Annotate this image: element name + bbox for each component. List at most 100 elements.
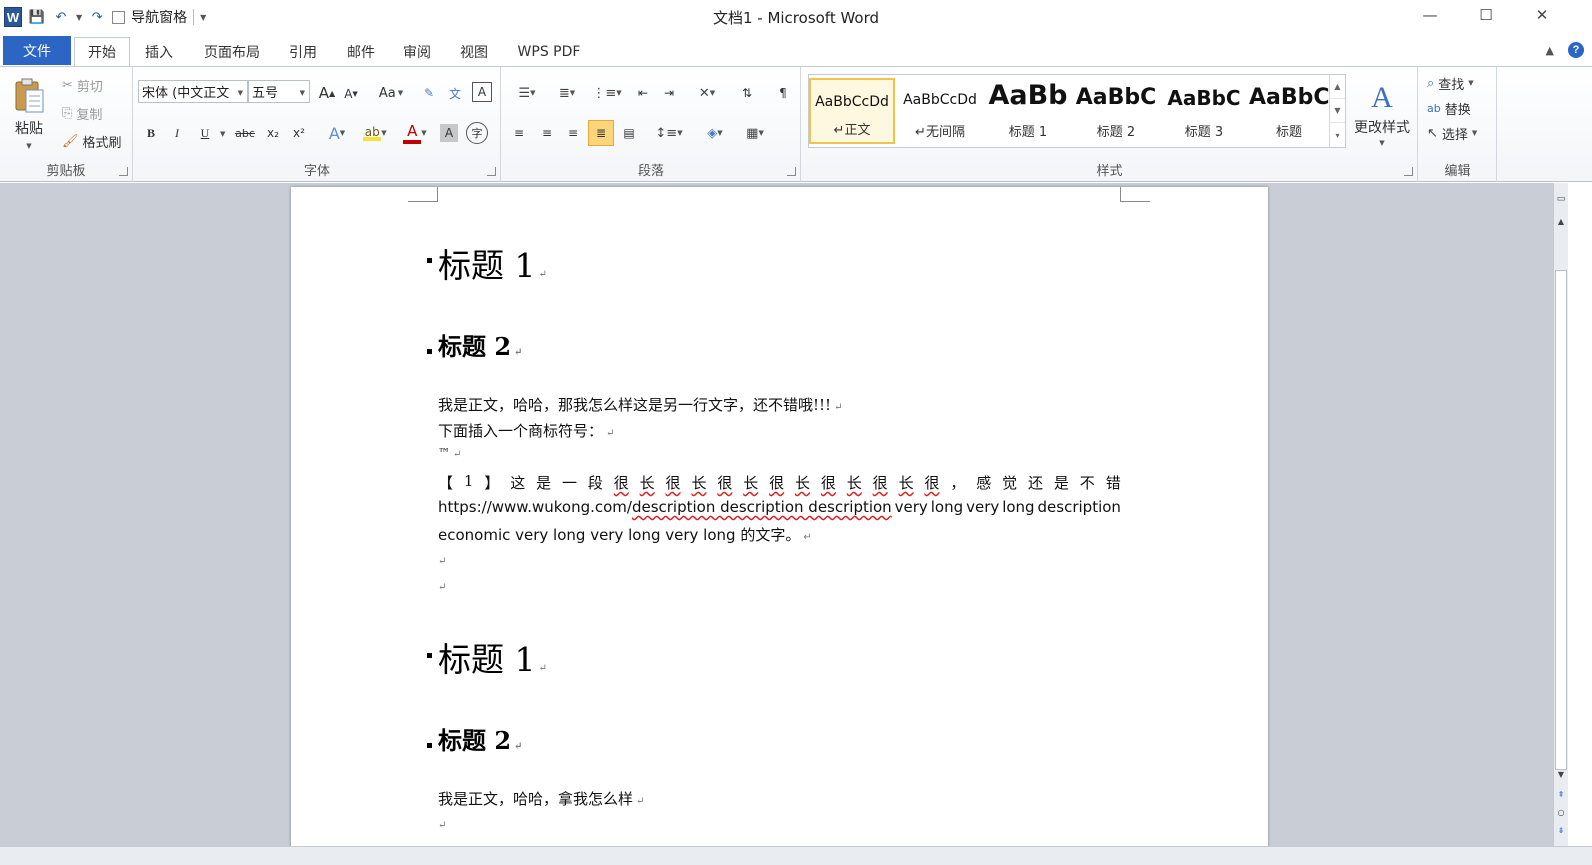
shading-button[interactable]: ◈ ▼ <box>698 122 732 144</box>
styles-launcher-icon[interactable] <box>1404 167 1413 176</box>
subscript-button[interactable]: x₂ <box>262 122 284 144</box>
show-marks-icon[interactable]: ¶ <box>772 82 794 104</box>
font-color-button[interactable]: A ▼ <box>398 122 432 144</box>
empty-paragraph[interactable]: ↵ <box>438 576 446 594</box>
heading-2[interactable]: 标题 2 ↵ <box>438 327 522 362</box>
replace-button[interactable]: ab 替换 <box>1427 97 1471 119</box>
paragraph-trademark[interactable]: ™ ↵ <box>438 446 461 460</box>
tab-file[interactable]: 文件 <box>3 36 71 65</box>
style-heading-1[interactable]: AaBb 标题 1 <box>985 78 1071 144</box>
ruler-toggle-icon[interactable]: ▭ <box>1554 191 1568 207</box>
heading-1[interactable]: 标题 1 ↵ <box>438 239 547 287</box>
tab-home[interactable]: 开始 <box>74 37 130 66</box>
align-left-icon[interactable]: ≡ <box>508 122 530 144</box>
align-center-icon[interactable]: ≡ <box>536 122 558 144</box>
help-icon[interactable]: ? <box>1568 42 1584 58</box>
font-size-dropdown[interactable]: 五号 ▼ <box>248 80 310 103</box>
tab-references[interactable]: 引用 <box>280 37 326 66</box>
minimize-button[interactable]: — <box>1404 0 1456 30</box>
select-button[interactable]: ↖ 选择 ▼ <box>1427 122 1477 144</box>
clipboard-launcher-icon[interactable] <box>119 167 128 176</box>
tab-review[interactable]: 审阅 <box>394 37 440 66</box>
phonetic-guide-icon[interactable]: 文 <box>444 82 466 104</box>
justify-icon[interactable]: ≣ <box>588 120 614 146</box>
enclose-char-icon[interactable]: 字 <box>466 122 488 144</box>
previous-page-icon[interactable]: ⇞ <box>1554 786 1568 802</box>
undo-dropdown-icon[interactable]: ▼ <box>76 13 82 22</box>
highlight-button[interactable]: ab ▼ <box>358 122 392 144</box>
chinese-layout-button[interactable]: ✕ ▼ <box>690 82 724 104</box>
tab-wps-pdf[interactable]: WPS PDF <box>508 37 590 66</box>
paragraph-long-line-3[interactable]: economic very long very long very long 的… <box>438 524 812 545</box>
save-icon[interactable]: 💾 <box>28 10 46 25</box>
empty-paragraph[interactable]: ↵ <box>438 814 446 832</box>
font-launcher-icon[interactable] <box>487 167 496 176</box>
decrease-indent-icon[interactable]: ⇤ <box>632 82 654 104</box>
word-logo-icon[interactable]: W <box>4 7 22 27</box>
line-spacing-button[interactable]: ↕≡ ▼ <box>652 122 686 144</box>
bullets-button[interactable]: ☰ ▼ <box>510 82 544 104</box>
empty-paragraph[interactable]: ↵ <box>438 550 446 568</box>
style-title[interactable]: AaBbC 标题 <box>1249 78 1329 144</box>
paragraph-3[interactable]: 我是正文，哈哈，拿我怎么样 ↵ <box>438 788 644 809</box>
maximize-button[interactable]: ☐ <box>1460 0 1512 30</box>
paragraph-long-line-2[interactable]: https://www.wukong.com/description descr… <box>438 498 1121 516</box>
customize-qat-icon[interactable]: ▼ <box>200 13 206 22</box>
sort-icon[interactable]: ⇅ <box>736 82 758 104</box>
grow-font-button[interactable]: A ▲ <box>316 82 338 104</box>
scroll-up-icon[interactable]: ▲ <box>1554 213 1568 229</box>
borders-button[interactable]: ▦ ▼ <box>738 122 772 144</box>
change-styles-button[interactable]: A 更改样式 ▼ <box>1350 73 1414 155</box>
paragraph-2[interactable]: 下面插入一个商标符号： ↵ <box>438 420 614 441</box>
distributed-icon[interactable]: ▤ <box>618 122 640 144</box>
italic-button[interactable]: I <box>166 122 188 144</box>
increase-indent-icon[interactable]: ⇥ <box>658 82 680 104</box>
scrollbar-thumb[interactable] <box>1555 270 1567 770</box>
superscript-button[interactable]: x² <box>288 122 310 144</box>
nav-pane-checkbox[interactable] <box>112 10 126 24</box>
paragraph-1[interactable]: 我是正文，哈哈，那我怎么样这是另一行文字，还不错哦!!! ↵ <box>438 394 842 415</box>
multilevel-list-button[interactable]: ⋮≡ ▼ <box>590 82 624 104</box>
copy-button[interactable]: ⎘ 复制 <box>62 102 102 124</box>
char-shading-icon[interactable]: A <box>440 124 458 142</box>
paste-button[interactable]: 粘贴 ▼ <box>6 73 52 155</box>
find-button[interactable]: ⌕ 查找 ▼ <box>1427 72 1474 94</box>
change-case-button[interactable]: Aa ▼ <box>374 82 408 104</box>
scroll-down-icon[interactable]: ▼ <box>1554 766 1568 782</box>
style-normal[interactable]: AaBbCcDd ↵正文 <box>809 78 895 144</box>
align-right-icon[interactable]: ≡ <box>562 122 584 144</box>
numbering-button[interactable]: ≣ ▼ <box>550 82 584 104</box>
gallery-more-icon[interactable]: ▾ <box>1330 123 1345 147</box>
heading-2[interactable]: 标题 2 ↵ <box>438 721 522 756</box>
underline-button[interactable]: U <box>194 122 216 144</box>
tab-page-layout[interactable]: 页面布局 <box>194 37 270 66</box>
paste-dropdown-icon[interactable]: ▼ <box>26 142 31 150</box>
document-page[interactable]: 标题 1 ↵ 标题 2 ↵ 我是正文，哈哈，那我怎么样这是另一行文字，还不错哦!!!… <box>291 187 1268 846</box>
clear-format-icon[interactable]: ✎ <box>418 82 440 104</box>
char-border-icon[interactable]: A <box>472 82 492 102</box>
gallery-up-icon[interactable]: ▲ <box>1330 75 1345 99</box>
paragraph-launcher-icon[interactable] <box>787 167 796 176</box>
text-effects-icon[interactable]: A ▼ <box>324 122 350 144</box>
vertical-scrollbar[interactable]: ▭ ▲ ▼ ⇞ ○ ⇟ <box>1553 183 1568 846</box>
select-browse-object-icon[interactable]: ○ <box>1554 804 1568 820</box>
strikethrough-button[interactable]: abc <box>232 122 258 144</box>
paragraph-long-line-1[interactable]: 【1】这是一段很长很长很长很长很长很长很，感觉还是不错 <box>438 472 1121 493</box>
format-painter-button[interactable]: 🖌 格式刷 <box>62 130 122 152</box>
underline-dropdown-icon[interactable]: ▼ <box>220 130 225 138</box>
style-heading-2[interactable]: AaBbC 标题 2 <box>1073 78 1159 144</box>
tab-view[interactable]: 视图 <box>451 37 497 66</box>
shrink-font-button[interactable]: A ▼ <box>340 84 362 104</box>
style-heading-3[interactable]: AaBbC 标题 3 <box>1161 78 1247 144</box>
gallery-down-icon[interactable]: ▼ <box>1330 99 1345 123</box>
style-no-spacing[interactable]: AaBbCcDd ↵无间隔 <box>897 78 983 144</box>
font-name-dropdown[interactable]: 宋体 (中文正文 ▼ <box>138 80 248 103</box>
bold-button[interactable]: B <box>140 122 162 144</box>
redo-icon[interactable]: ↷ <box>88 10 106 25</box>
next-page-icon[interactable]: ⇟ <box>1554 822 1568 838</box>
tab-mailings[interactable]: 邮件 <box>338 37 384 66</box>
tab-insert[interactable]: 插入 <box>136 37 182 66</box>
heading-1[interactable]: 标题 1 ↵ <box>438 633 547 681</box>
cut-button[interactable]: ✂ 剪切 <box>62 74 103 96</box>
collapse-ribbon-icon[interactable]: ▲ <box>1546 44 1554 57</box>
